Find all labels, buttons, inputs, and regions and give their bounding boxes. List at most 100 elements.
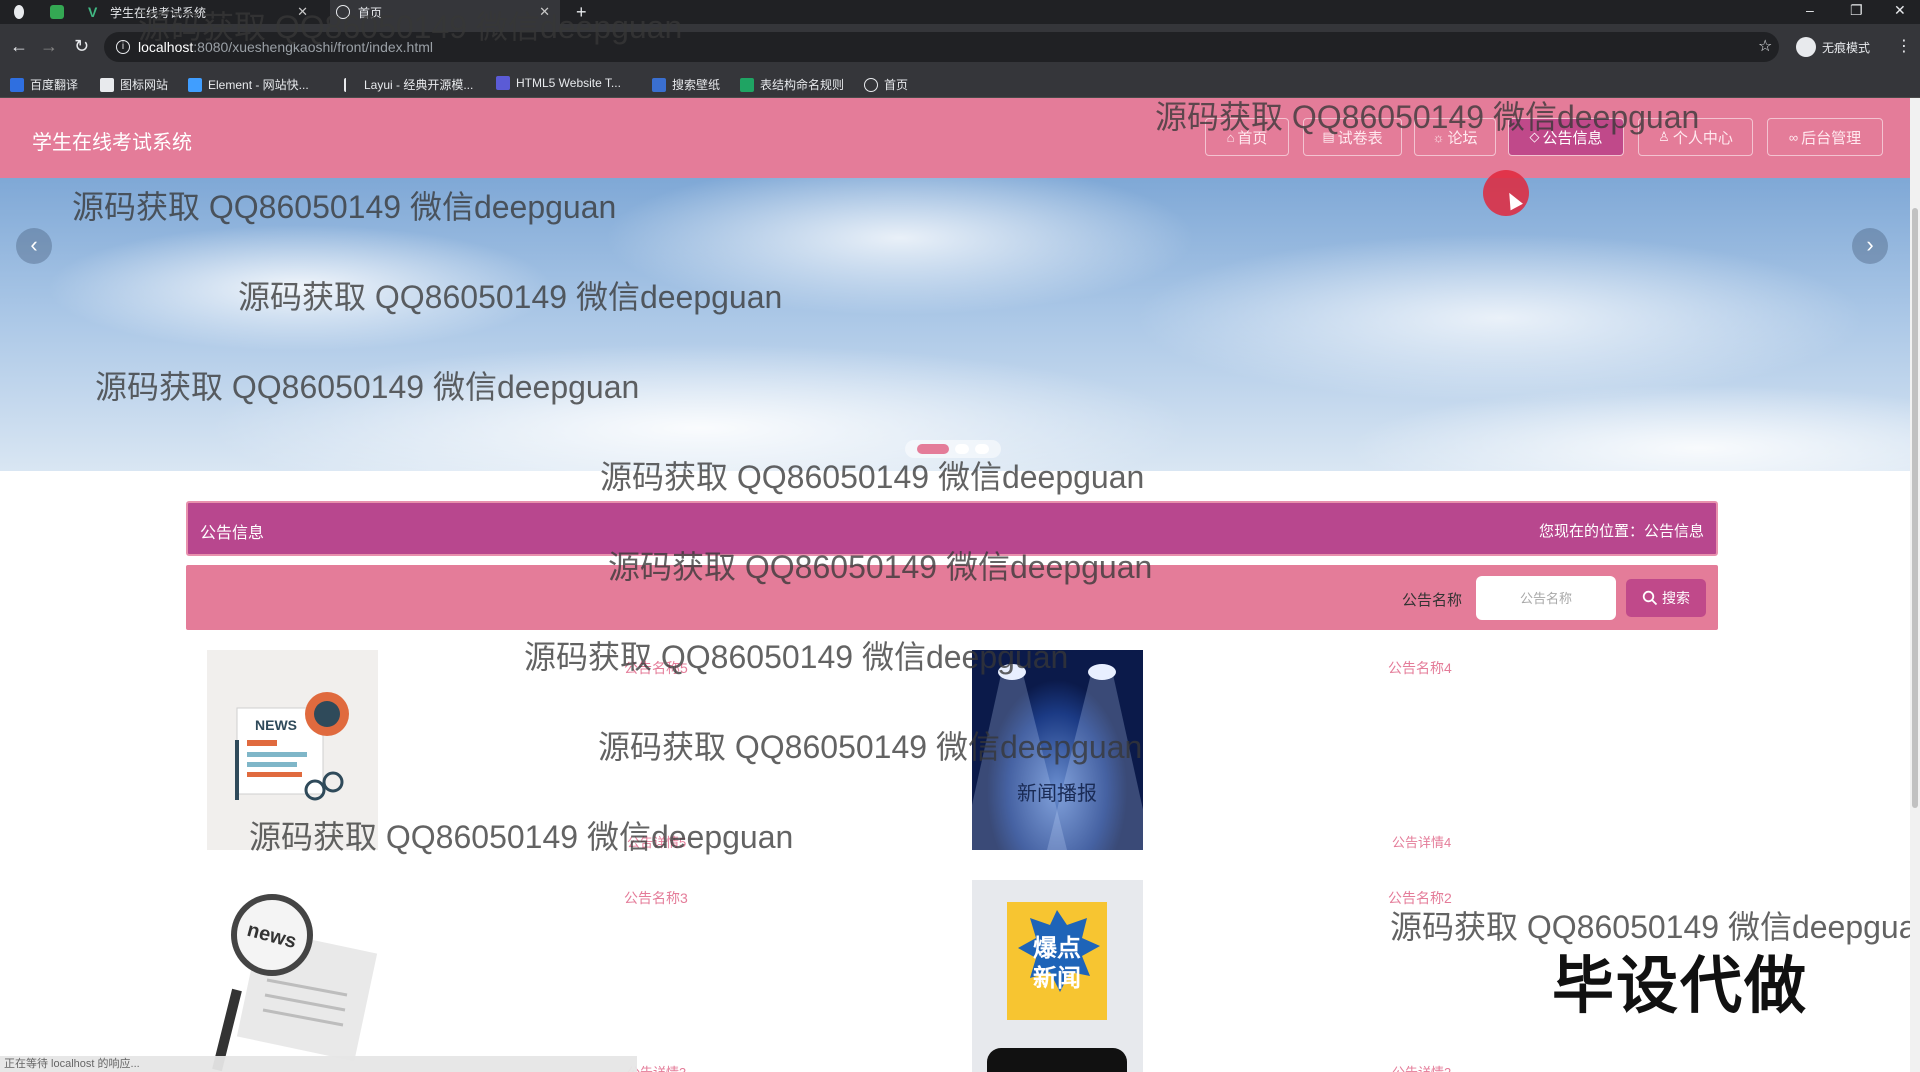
browser-tab-1[interactable]: V 学生在线考试系统 ✕ xyxy=(88,0,318,24)
url-field[interactable]: i localhost:8080/xueshengkaoshi/front/in… xyxy=(104,32,1779,62)
section-title: 公告信息 xyxy=(200,525,265,542)
vue-icon: V xyxy=(88,4,98,20)
incognito-icon xyxy=(1796,37,1816,57)
image-text: 新闻 xyxy=(1033,964,1081,992)
magnifier-news-illustration: news xyxy=(212,894,378,1072)
bookmark-item[interactable]: HTML5 Website T... xyxy=(496,76,621,90)
element-icon xyxy=(188,77,202,92)
restore-icon[interactable]: ❐ xyxy=(1850,2,1863,19)
tag-icon: ◇ xyxy=(1529,129,1540,144)
notice-name[interactable]: 公告名称3 xyxy=(624,888,688,908)
nav-label: 试卷表 xyxy=(1337,129,1383,147)
bookmark-label: Element - 网站快... xyxy=(208,78,309,92)
nav-home[interactable]: ⌂ 首页 xyxy=(1205,118,1289,156)
image-text: NEWS xyxy=(255,717,297,733)
reload-icon[interactable]: ↻ xyxy=(74,36,89,56)
address-bar-row: ← → ↻ i localhost:8080/xueshengkaoshi/fr… xyxy=(0,24,1920,70)
incognito-label: 无痕模式 xyxy=(1822,40,1871,55)
notice-name[interactable]: 公告名称2 xyxy=(1388,888,1452,908)
nav-label: 论坛 xyxy=(1447,129,1478,147)
bookmark-label: 表结构命名规则 xyxy=(760,78,845,92)
nav-admin[interactable]: ∞ 后台管理 xyxy=(1767,118,1883,156)
user-icon: ♙ xyxy=(1658,129,1670,144)
nav-notices[interactable]: ◇ 公告信息 xyxy=(1508,118,1624,156)
forum-icon: ☼ xyxy=(1432,129,1445,145)
search-icon xyxy=(1642,590,1658,606)
bookmark-label: 首页 xyxy=(884,78,909,92)
scrollbar-thumb[interactable] xyxy=(1912,208,1918,808)
bookmarks-bar: 百度翻译 图标网站 Element - 网站快... Layui - 经典开源模… xyxy=(0,70,1920,98)
bookmark-item[interactable]: 表结构命名规则 xyxy=(740,76,844,93)
page-scrollbar[interactable] xyxy=(1910,98,1920,1072)
translate-icon xyxy=(10,77,24,92)
nav-forum[interactable]: ☼ 论坛 xyxy=(1414,118,1496,156)
back-icon[interactable]: ← xyxy=(10,36,28,56)
bookmark-item[interactable]: 百度翻译 xyxy=(10,76,78,93)
tab-title: 学生在线考试系统 xyxy=(110,5,207,20)
image-text: 爆点 xyxy=(1033,934,1081,962)
browser-home-tab[interactable] xyxy=(14,0,32,24)
browser-menu-icon[interactable]: ⋮ xyxy=(1896,36,1912,56)
carousel-dot[interactable] xyxy=(917,444,949,454)
carousel-dot[interactable] xyxy=(955,444,969,454)
notice-name[interactable]: 公告名称4 xyxy=(1388,658,1452,678)
carousel-next-button[interactable]: › xyxy=(1852,228,1888,264)
bookmark-label: Layui - 经典开源模... xyxy=(364,78,474,92)
search-input[interactable] xyxy=(1476,576,1616,620)
carousel-indicators xyxy=(905,440,1001,458)
browser-status-text: 正在等待 localhost 的响应... xyxy=(0,1056,637,1072)
app-icon xyxy=(50,5,64,19)
bookmark-item[interactable]: Element - 网站快... xyxy=(188,76,309,93)
site-header: 学生在线考试系统 ⌂ 首页 ▤ 试卷表 ☼ 论坛 ◇ 公告信息 ♙ 个人中心 ∞ 后台管理 xyxy=(0,98,1910,178)
bookmark-item[interactable]: 搜索壁纸 xyxy=(652,76,720,93)
browser-tab-2[interactable]: 首页 ✕ xyxy=(330,0,560,24)
paper-icon: ▤ xyxy=(1322,129,1335,144)
close-tab-icon[interactable]: ✕ xyxy=(297,4,308,20)
nav-label: 后台管理 xyxy=(1801,129,1862,147)
chrome-icon xyxy=(14,5,24,19)
search-button-label: 搜索 xyxy=(1662,590,1690,606)
notice-name[interactable]: 公告名称5 xyxy=(624,658,688,678)
notice-image[interactable]: 新闻播报 xyxy=(972,650,1143,850)
site-title: 学生在线考试系统 xyxy=(32,132,192,154)
bookmark-label: 搜索壁纸 xyxy=(672,78,721,92)
globe-icon xyxy=(336,5,350,19)
link-icon: ∞ xyxy=(1788,129,1799,145)
notice-detail[interactable]: 公告详情4 xyxy=(1392,832,1451,851)
banner-carousel: ‹ › xyxy=(0,178,1910,471)
notice-image[interactable]: news xyxy=(207,880,378,1072)
bookmark-star-icon[interactable]: ☆ xyxy=(1758,32,1772,62)
notice-detail[interactable]: 公告详情2 xyxy=(1392,1062,1451,1072)
bookmark-label: 图标网站 xyxy=(120,78,169,92)
forward-icon[interactable]: → xyxy=(40,36,58,56)
url-host: localhost xyxy=(138,39,194,55)
carousel-prev-button[interactable]: ‹ xyxy=(16,228,52,264)
search-button[interactable]: 搜索 xyxy=(1626,579,1706,617)
nav-papers[interactable]: ▤ 试卷表 xyxy=(1303,118,1402,156)
sheet-icon xyxy=(740,77,754,92)
news-illustration: NEWS xyxy=(235,692,349,801)
url-path: :8080/xueshengkaoshi/front/index.html xyxy=(193,39,433,55)
nav-profile[interactable]: ♙ 个人中心 xyxy=(1638,118,1753,156)
bookmark-item[interactable]: 首页 xyxy=(864,76,908,93)
browser-tab-bar: V 学生在线考试系统 ✕ 首页 ✕ + – ❐ ✕ xyxy=(0,0,1920,24)
search-label: 公告名称 xyxy=(1402,592,1463,609)
carousel-dot[interactable] xyxy=(975,444,989,454)
incognito-indicator[interactable]: 无痕模式 xyxy=(1796,32,1870,62)
notice-image[interactable]: 爆点 新闻 xyxy=(972,880,1143,1072)
globe-icon xyxy=(864,77,878,92)
bookmark-item[interactable]: Layui - 经典开源模... xyxy=(344,76,473,93)
close-window-icon[interactable]: ✕ xyxy=(1894,2,1906,19)
close-tab-icon[interactable]: ✕ xyxy=(539,4,550,20)
bookmark-label: HTML5 Website T... xyxy=(516,76,621,90)
nav-label: 首页 xyxy=(1237,129,1268,147)
nav-label: 个人中心 xyxy=(1672,129,1733,147)
site-info-icon[interactable]: i xyxy=(116,40,130,54)
notice-image[interactable]: NEWS xyxy=(207,650,378,850)
browser-app-tab[interactable] xyxy=(50,0,74,24)
bookmark-item[interactable]: 图标网站 xyxy=(100,76,168,93)
minimize-icon[interactable]: – xyxy=(1806,2,1814,18)
notice-detail[interactable]: 公告详情5 xyxy=(627,832,686,851)
new-tab-icon[interactable]: + xyxy=(576,2,587,23)
tab-title: 首页 xyxy=(358,5,383,20)
